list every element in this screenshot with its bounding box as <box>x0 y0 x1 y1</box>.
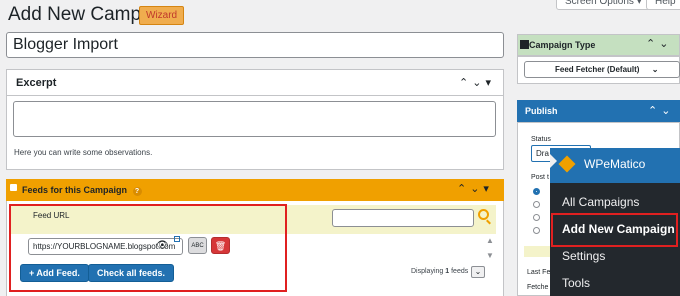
search-icon[interactable] <box>478 209 489 220</box>
campaign-type-icon <box>520 40 529 49</box>
excerpt-box-controls[interactable]: ⌃⌄▾ <box>459 76 495 89</box>
feeds-count-number: 1 <box>445 268 450 275</box>
campaign-type-value: Feed Fetcher (Default) <box>555 65 640 74</box>
post-type-label: Post t <box>531 174 549 181</box>
scroll-down-icon[interactable]: ▼ <box>486 251 494 260</box>
menu-item-all-campaigns[interactable]: All Campaigns <box>562 195 639 209</box>
status-label: Status <box>531 136 551 143</box>
excerpt-heading: Excerpt <box>7 70 503 96</box>
publish-controls[interactable]: ⌃⌄ <box>648 104 674 117</box>
feeds-box-controls[interactable]: ⌃⌄▾ <box>457 182 493 195</box>
feeds-count: Displaying 1 feeds <box>411 268 468 275</box>
pagination-dropdown[interactable]: ⌄ <box>471 266 485 278</box>
wizard-button[interactable]: Wizard <box>139 6 185 25</box>
excerpt-hint: Here you can write some observations. <box>14 148 153 157</box>
scroll-up-icon[interactable]: ▲ <box>486 236 494 245</box>
campaign-type-title: Campaign Type <box>529 40 596 50</box>
feed-search-input[interactable] <box>332 209 474 227</box>
campaign-type-controls[interactable]: ⌃⌄ <box>646 37 672 50</box>
publish-row-bg <box>524 246 550 257</box>
rss-icon <box>10 184 17 191</box>
displaying-label: Displaying <box>411 268 444 275</box>
menu-highlight-box <box>551 213 678 247</box>
feed-highlight-box <box>9 204 287 292</box>
post-radio-1[interactable] <box>533 188 540 195</box>
menu-item-settings[interactable]: Settings <box>562 249 605 263</box>
wpematico-menu-title: WPeMatico <box>584 157 646 171</box>
menu-item-tools[interactable]: Tools <box>562 276 590 290</box>
help-icon[interactable]: ? <box>132 187 142 196</box>
feeds-heading: Feeds for this Campaign ? <box>6 179 504 201</box>
last-fetch-label: Last Fe <box>527 269 551 276</box>
excerpt-textarea[interactable] <box>13 101 496 137</box>
chevron-down-icon: ⌄ <box>651 65 659 74</box>
menu-arrow-icon <box>550 154 557 168</box>
feeds-heading-text: Feeds for this Campaign <box>22 185 128 195</box>
post-radio-3[interactable] <box>533 214 540 221</box>
help-button[interactable]: Help <box>646 0 680 10</box>
fetched-label: Fetche <box>527 284 549 291</box>
post-radio-4[interactable] <box>533 227 540 234</box>
post-radio-2[interactable] <box>533 201 540 208</box>
campaign-type-select[interactable]: Feed Fetcher (Default) ⌄ <box>524 61 680 78</box>
campaign-title-input[interactable]: Blogger Import <box>6 32 504 58</box>
feeds-word: feeds <box>451 268 469 275</box>
screen-options-button[interactable]: Screen Options ▾ <box>556 0 651 10</box>
